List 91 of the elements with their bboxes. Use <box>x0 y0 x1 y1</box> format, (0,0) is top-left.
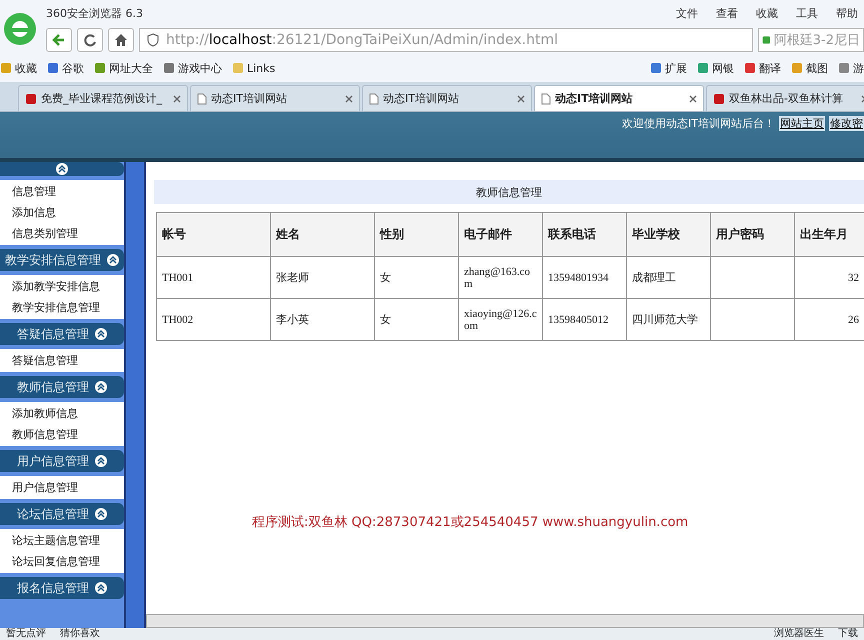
sidebar-link[interactable]: 添加信息 <box>12 202 124 223</box>
table-cell: 李小英 <box>270 298 374 340</box>
toolbar-button[interactable]: 游 <box>838 60 864 76</box>
close-icon[interactable] <box>689 94 697 102</box>
sidebar-link[interactable]: 用户信息管理 <box>12 477 124 498</box>
sidebar-group-header[interactable]: 教学安排信息管理 <box>0 249 124 271</box>
sidebar-link[interactable]: 信息类别管理 <box>12 223 124 244</box>
page-icon <box>197 92 207 104</box>
close-icon[interactable] <box>345 94 353 102</box>
table-cell: xiaoying@126.com <box>458 298 542 340</box>
toolbar-button[interactable]: 扩展 <box>650 60 687 76</box>
sidebar-link[interactable]: 论坛主题信息管理 <box>12 530 124 551</box>
menu-item[interactable]: 查看 <box>710 6 744 20</box>
browser-tab[interactable]: 动态IT培训网站 <box>190 85 360 111</box>
home-icon <box>114 33 128 47</box>
horizontal-scrollbar[interactable] <box>146 614 864 628</box>
table-cell: 13598405012 <box>542 298 626 340</box>
table-cell: 女 <box>374 256 458 298</box>
column-header: 毕业学校 <box>626 212 710 256</box>
menu-item[interactable]: 收藏 <box>750 6 784 20</box>
column-header: 用户密码 <box>710 212 794 256</box>
chevron-up-icon[interactable] <box>95 582 107 594</box>
table-cell: 女 <box>374 298 458 340</box>
status-item[interactable]: 暂无点评 <box>6 629 46 639</box>
home-button[interactable] <box>108 28 134 52</box>
table-cell: 13594801934 <box>542 256 626 298</box>
browser-tab[interactable]: 动态IT培训网站 <box>362 85 532 111</box>
status-item[interactable]: 下载 <box>838 629 858 639</box>
bookmark-link[interactable]: Links <box>232 62 276 74</box>
table-cell: TH001 <box>156 256 270 298</box>
table-cell: zhang@163.com <box>458 256 542 298</box>
chevron-up-icon[interactable] <box>107 254 119 266</box>
column-header: 联系电话 <box>542 212 626 256</box>
toolbar-button[interactable]: 翻译 <box>744 60 781 76</box>
header-link[interactable]: 修改密 <box>829 116 864 131</box>
welcome-text: 欢迎使用动态IT培训网站后台！ <box>622 116 775 131</box>
header-link[interactable]: 网站主页 <box>779 116 825 131</box>
sidebar-link[interactable]: 信息管理 <box>12 181 124 202</box>
chevron-up-icon[interactable] <box>95 381 107 393</box>
column-header: 出生年月 <box>794 212 864 256</box>
panel-title: 教师信息管理 <box>154 180 864 204</box>
menu-item[interactable]: 帮助 <box>830 6 864 20</box>
page-icon <box>541 92 551 104</box>
table-cell: 四川师范大学 <box>626 298 710 340</box>
browser-tab[interactable]: 动态IT培训网站 <box>534 85 704 111</box>
status-item[interactable]: 猜你喜欢 <box>60 629 100 639</box>
column-header: 姓名 <box>270 212 374 256</box>
sidebar-group-header[interactable]: 教师信息管理 <box>0 376 124 398</box>
close-icon[interactable] <box>173 94 181 102</box>
bookmark-link[interactable]: 网址大全 <box>94 60 153 76</box>
sidebar-group-header[interactable]: 报名信息管理 <box>0 577 124 599</box>
browser-tab[interactable]: 双鱼林出品-双鱼林计算 <box>706 85 864 111</box>
address-field[interactable]: http://localhost:26121/DongTaiPeiXun/Admin/index.html <box>139 28 753 52</box>
sidebar-link[interactable]: 教学安排信息管理 <box>12 297 124 318</box>
chevron-up-icon[interactable] <box>56 163 68 175</box>
column-header: 帐号 <box>156 212 270 256</box>
column-header: 电子邮件 <box>458 212 542 256</box>
close-icon[interactable] <box>517 94 525 102</box>
refresh-button[interactable] <box>77 28 103 52</box>
chevron-up-icon[interactable] <box>95 508 107 520</box>
sidebar-link[interactable]: 添加教师信息 <box>12 403 124 424</box>
toolbar-button[interactable]: 截图 <box>791 60 828 76</box>
column-header: 性别 <box>374 212 458 256</box>
vertical-scrollbar[interactable] <box>124 162 146 628</box>
sidebar-group-header[interactable]: 用户信息管理 <box>0 450 124 472</box>
sidebar-group-header[interactable]: 论坛信息管理 <box>0 503 124 525</box>
toolbar-button[interactable]: 网银 <box>697 60 734 76</box>
refresh-icon <box>83 33 97 47</box>
sidebar-link[interactable]: 添加教学安排信息 <box>12 276 124 297</box>
window-title: 360安全浏览器 6.3 <box>46 6 144 20</box>
table-cell: 张老师 <box>270 256 374 298</box>
back-button[interactable] <box>46 28 72 52</box>
footer-note: 程序测试:双鱼林 QQ:287307421或254540457 www.shuangyulin.com <box>251 514 690 531</box>
bookmark-link[interactable]: 收藏 <box>0 60 37 76</box>
status-item[interactable]: 浏览器医生 <box>774 629 824 639</box>
menu-item[interactable]: 文件 <box>670 6 704 20</box>
sidebar-group-header[interactable] <box>0 162 124 176</box>
arrow-left-icon <box>52 33 66 47</box>
sidebar-link[interactable]: 答疑信息管理 <box>12 350 124 371</box>
sidebar-link[interactable]: 教师信息管理 <box>12 424 124 445</box>
table-cell: 成都理工 <box>626 256 710 298</box>
bookmark-link[interactable]: 游戏中心 <box>163 60 222 76</box>
bookmark-link[interactable]: 谷歌 <box>47 60 84 76</box>
table-cell: TH002 <box>156 298 270 340</box>
chevron-up-icon[interactable] <box>95 328 107 340</box>
page-icon <box>369 92 379 104</box>
browser-tab[interactable]: 免费_毕业课程范例设计_ <box>18 85 188 111</box>
menu-item[interactable]: 工具 <box>790 6 824 20</box>
sidebar-link[interactable]: 论坛回复信息管理 <box>12 551 124 572</box>
sidebar-group-header[interactable]: 答疑信息管理 <box>0 323 124 345</box>
chevron-up-icon[interactable] <box>95 455 107 467</box>
